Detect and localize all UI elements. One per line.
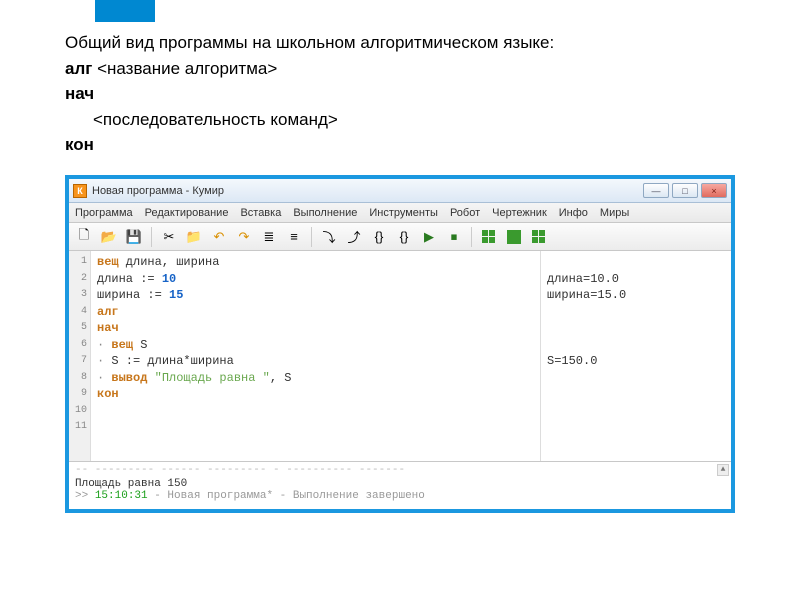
menubar: Программа Редактирование Вставка Выполне… bbox=[69, 203, 731, 223]
menu-insert[interactable]: Вставка bbox=[240, 207, 281, 219]
maximize-button[interactable]: □ bbox=[672, 183, 698, 198]
menu-edit[interactable]: Редактирование bbox=[145, 207, 229, 219]
cut-icon[interactable]: ✂ bbox=[158, 226, 180, 248]
step-over-icon[interactable]: ⤴ bbox=[343, 226, 365, 248]
editor-area: 1234567891011 вещ длина, ширинадлина := … bbox=[69, 251, 731, 461]
grid4b-icon[interactable] bbox=[528, 226, 550, 248]
menu-draftsman[interactable]: Чертежник bbox=[492, 207, 547, 219]
redo-icon[interactable]: ↷ bbox=[233, 226, 255, 248]
separator bbox=[311, 227, 312, 247]
menu-worlds[interactable]: Миры bbox=[600, 207, 629, 219]
cmd-placeholder: <последовательность команд> bbox=[93, 107, 760, 133]
minimize-button[interactable]: — bbox=[643, 183, 669, 198]
titlebar[interactable]: К Новая программа - Кумир — □ × bbox=[69, 179, 731, 203]
indent-icon[interactable]: ≣ bbox=[258, 226, 280, 248]
open-icon[interactable]: 📂 bbox=[98, 226, 120, 248]
new-icon[interactable]: 🗋 bbox=[73, 226, 95, 248]
console-faded-line: -- --------- ------ --------- - --------… bbox=[75, 464, 725, 476]
save-icon[interactable]: 💾 bbox=[123, 226, 145, 248]
outdent-icon[interactable]: ≡ bbox=[283, 226, 305, 248]
kw-nach: нач bbox=[65, 81, 760, 107]
alg-placeholder: <название алгоритма> bbox=[92, 59, 277, 78]
menu-run[interactable]: Выполнение bbox=[293, 207, 357, 219]
separator bbox=[471, 227, 472, 247]
toolbar: 🗋 📂 💾 ✂ 📁 ↶ ↷ ≣ ≡ ⤵ ⤴ {} {} ▶ ⏹ bbox=[69, 223, 731, 251]
app-window: К Новая программа - Кумир — □ × Программ… bbox=[65, 175, 735, 513]
console-status: >> 15:10:31 - Новая программа* - Выполне… bbox=[75, 490, 725, 502]
braces2-icon[interactable]: {} bbox=[393, 226, 415, 248]
menu-robot[interactable]: Робот bbox=[450, 207, 480, 219]
decorative-bar bbox=[95, 0, 155, 22]
run-icon[interactable]: ▶ bbox=[418, 226, 440, 248]
output-panel: длина=10.0ширина=15.0 S=150.0 bbox=[541, 251, 731, 461]
undo-icon[interactable]: ↶ bbox=[208, 226, 230, 248]
window-title: Новая программа - Кумир bbox=[92, 185, 224, 197]
console-result: Площадь равна 150 bbox=[75, 478, 725, 490]
stop-icon[interactable]: ⏹ bbox=[443, 226, 465, 248]
intro-title: Общий вид программы на школьном алгоритм… bbox=[65, 30, 760, 56]
folder-icon[interactable]: 📁 bbox=[183, 226, 205, 248]
kw-alg: алг bbox=[65, 59, 92, 78]
step-into-icon[interactable]: ⤵ bbox=[318, 226, 340, 248]
console-pane: ▲ -- --------- ------ --------- - ------… bbox=[69, 461, 731, 509]
menu-program[interactable]: Программа bbox=[75, 207, 133, 219]
code-editor[interactable]: вещ длина, ширинадлина := 10ширина := 15… bbox=[91, 251, 541, 461]
grid4-icon[interactable] bbox=[478, 226, 500, 248]
intro-text: Общий вид программы на школьном алгоритм… bbox=[65, 30, 760, 158]
scroll-up-icon[interactable]: ▲ bbox=[717, 464, 729, 476]
app-icon: К bbox=[73, 184, 87, 198]
braces-icon[interactable]: {} bbox=[368, 226, 390, 248]
separator bbox=[151, 227, 152, 247]
line-gutter: 1234567891011 bbox=[69, 251, 91, 461]
menu-info[interactable]: Инфо bbox=[559, 207, 588, 219]
square-icon[interactable] bbox=[503, 226, 525, 248]
menu-tools[interactable]: Инструменты bbox=[369, 207, 438, 219]
close-button[interactable]: × bbox=[701, 183, 727, 198]
kw-kon: кон bbox=[65, 132, 760, 158]
